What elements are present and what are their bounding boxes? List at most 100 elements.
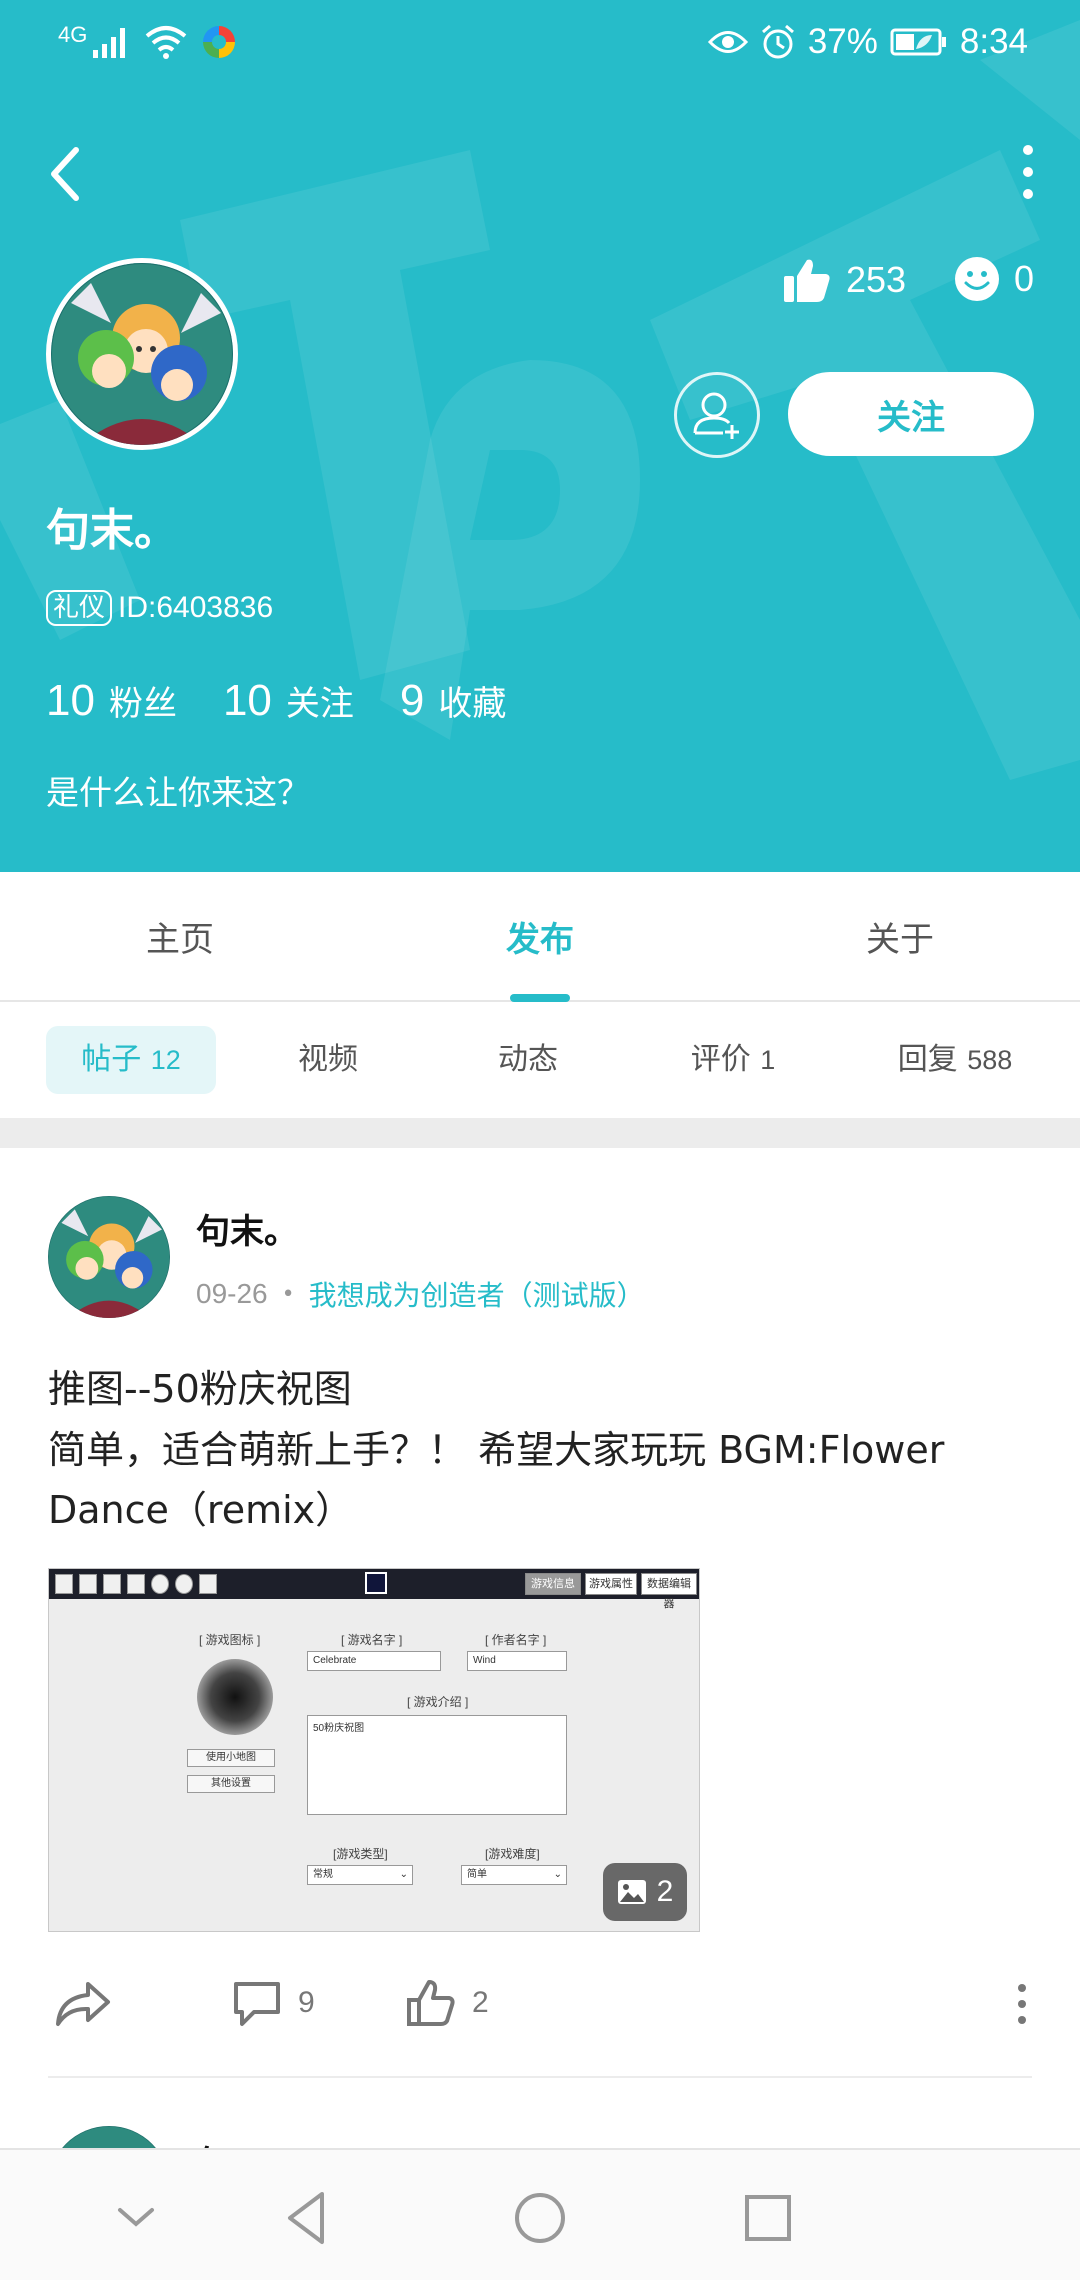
subtab-label: 评价 [690, 1042, 751, 1077]
subtab-moments[interactable]: 动态 [450, 1026, 606, 1094]
save-icon [127, 1574, 145, 1594]
sub-tab-bar: 帖子 12 视频 动态 评价 1 回复 588 [0, 1002, 1080, 1118]
etiquette-badge[interactable]: 礼仪 [46, 590, 113, 626]
image-icon [617, 1880, 646, 1904]
like-count: 2 [472, 1986, 489, 2019]
editor-type-select: 常规 ⌄ [307, 1865, 413, 1885]
refresh-icon [175, 1574, 193, 1594]
editor-author-field: Wind [467, 1651, 567, 1671]
back-icon[interactable] [40, 140, 92, 208]
post-forum-link[interactable]: 我想成为创造者（测试版） [309, 1274, 645, 1314]
image-count-badge: 2 [603, 1863, 687, 1921]
follow-button[interactable]: 关注 [788, 372, 1034, 456]
comment-button[interactable]: 9 [232, 1978, 315, 2028]
user-id: ID:6403836 [118, 591, 274, 624]
post-author-avatar[interactable] [48, 1196, 170, 1318]
badge-row: 礼仪 ID:6403836 [46, 590, 273, 626]
post-title[interactable]: 推图--50粉庆祝图 [48, 1358, 352, 1413]
stat-label: 关注 [285, 684, 354, 724]
likes-counter[interactable]: 253 [782, 256, 906, 304]
preview-icon [365, 1572, 387, 1594]
post-more-icon[interactable] [1010, 1982, 1034, 2026]
editor-type-value: 常规 [313, 1869, 333, 1880]
subtab-threads[interactable]: 帖子 12 [46, 1026, 216, 1094]
editor-tab-data: 数据编辑器 [641, 1573, 697, 1610]
profile-bio: 是什么让你来这？ [46, 773, 310, 812]
play-icon [151, 1574, 169, 1594]
folder-icon [55, 1574, 73, 1594]
profile-header: 4G 37% 8:34 253 0 关注 句末。 礼仪 ID:6403836 1… [0, 0, 1080, 872]
editor-other-settings-button: 其他设置 [187, 1775, 275, 1793]
chevron-down-icon: ⌄ [399, 1869, 408, 1880]
post-image[interactable]: 游戏信息 游戏属性 数据编辑器 [ 游戏图标 ] 使用小地图 其他设置 [ 游戏… [48, 1568, 700, 1932]
editor-type-label: [游戏类型] [333, 1847, 388, 1861]
eye-icon [707, 31, 748, 53]
main-tab-bar: 主页 发布 关于 [0, 872, 1080, 1002]
subtab-replies[interactable]: 回复 588 [860, 1026, 1050, 1094]
subtab-label: 动态 [498, 1042, 558, 1077]
editor-use-thumb-button: 使用小地图 [187, 1749, 275, 1767]
text-icon [199, 1574, 217, 1594]
network-type: 4G [58, 22, 88, 47]
stat-number: 9 [399, 676, 425, 725]
subtab-count: 588 [967, 1045, 1013, 1075]
like-button[interactable]: 2 [406, 1978, 489, 2028]
post-body[interactable]: 简单，适合萌新上手？！ 希望大家玩玩 BGM:Flower Dance（remi… [48, 1420, 1038, 1540]
editor-intro-field: 50粉庆祝图 [307, 1715, 567, 1815]
profile-avatar[interactable] [46, 258, 238, 450]
thumbs-up-icon [784, 259, 830, 302]
stat-following[interactable]: 10 关注 [223, 676, 354, 726]
active-tab-indicator [510, 994, 570, 1002]
emotes-counter[interactable]: 0 [954, 256, 1034, 302]
share-button[interactable] [54, 1978, 112, 2028]
post-date: 09-26 [196, 1278, 268, 1309]
status-bar: 4G 37% 8:34 [0, 0, 1080, 96]
add-user-icon [693, 392, 739, 439]
tab-posts[interactable]: 发布 [440, 912, 640, 961]
image-count: 2 [656, 1875, 674, 1908]
nav-home-icon[interactable] [508, 2186, 572, 2250]
alarm-icon [761, 24, 794, 59]
subtab-label: 视频 [298, 1042, 358, 1077]
stat-favorites[interactable]: 9 收藏 [400, 676, 506, 726]
editor-difficulty-label: [游戏难度] [485, 1847, 540, 1861]
file-icon [79, 1574, 97, 1594]
collapse-nav-icon[interactable] [104, 2186, 168, 2250]
smiley-icon [955, 257, 999, 301]
editor-tab-info: 游戏信息 [525, 1573, 581, 1595]
meta-separator: • [281, 1281, 295, 1307]
emotes-count: 0 [1014, 258, 1035, 299]
nav-back-icon[interactable] [276, 2186, 340, 2250]
stat-fans[interactable]: 10 粉丝 [46, 676, 177, 726]
profile-stats: 10 粉丝 10 关注 9 收藏 [46, 676, 552, 726]
likes-count: 253 [846, 259, 907, 300]
editor-icon-label: [ 游戏图标 ] [199, 1633, 261, 1647]
clock: 8:34 [959, 22, 1028, 61]
editor-toolbar: 游戏信息 游戏属性 数据编辑器 [49, 1569, 699, 1610]
stat-number: 10 [46, 676, 95, 725]
more-options-icon[interactable] [1016, 142, 1040, 202]
comment-icon [234, 1982, 280, 2026]
system-nav-bar [0, 2148, 1080, 2280]
stat-label: 收藏 [438, 684, 507, 724]
tab-home[interactable]: 主页 [80, 912, 280, 961]
tab-about[interactable]: 关于 [800, 912, 1000, 961]
profile-username: 句末。 [46, 505, 178, 556]
subtab-label: 帖子 [81, 1042, 142, 1077]
subtab-videos[interactable]: 视频 [250, 1026, 406, 1094]
post-actions: 9 2 [0, 1968, 1080, 2040]
editor-intro-label: [ 游戏介绍 ] [407, 1695, 469, 1709]
app-notification-icon [203, 26, 236, 58]
nav-recents-icon[interactable] [736, 2186, 800, 2250]
editor-name-field: Celebrate [307, 1651, 441, 1671]
subtab-reviews[interactable]: 评价 1 [650, 1026, 816, 1094]
share-icon [56, 1982, 110, 2026]
post-meta: 09-26 • 我想成为创造者（测试版） [196, 1274, 645, 1314]
thumbs-up-outline-icon [407, 1980, 455, 2026]
download-icon [103, 1574, 121, 1594]
add-friend-button[interactable] [674, 372, 760, 458]
subtab-count: 1 [760, 1045, 776, 1075]
post-author-name[interactable]: 句末。 [196, 1204, 298, 1253]
editor-difficulty-value: 简单 [467, 1869, 487, 1880]
battery-percent: 37% [807, 22, 878, 61]
